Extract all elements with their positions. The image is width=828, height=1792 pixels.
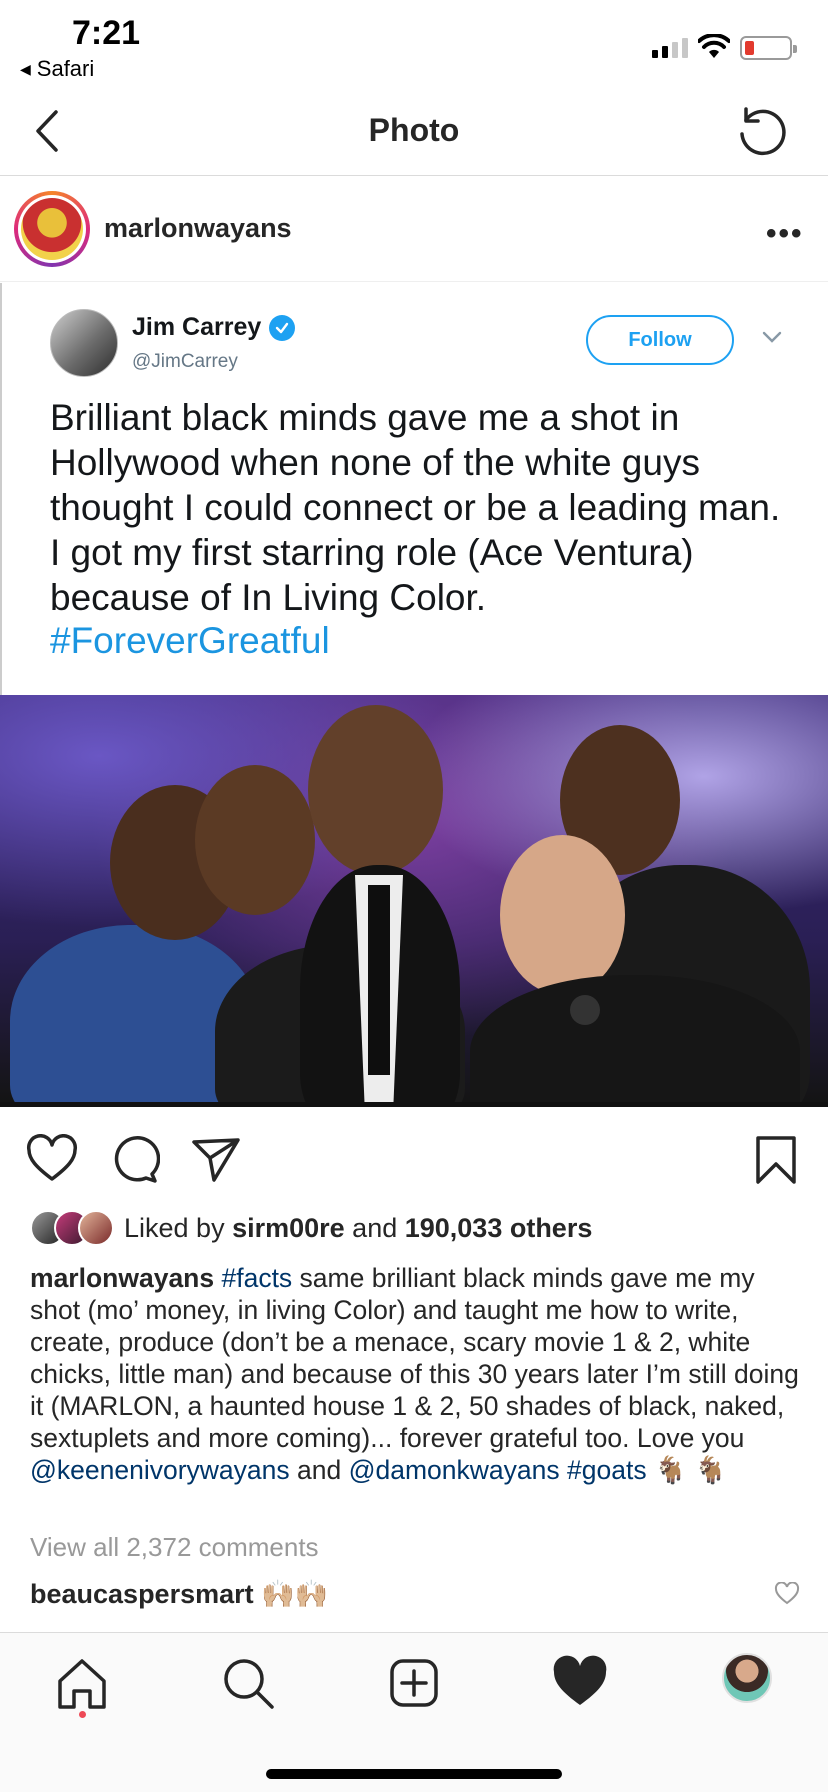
- comment-like-heart-icon[interactable]: [774, 1582, 800, 1606]
- back-to-safari-link[interactable]: ◀ Safari: [20, 56, 94, 82]
- home-indicator[interactable]: [266, 1769, 562, 1779]
- share-send-icon[interactable]: [190, 1134, 242, 1186]
- post-username[interactable]: marlonwayans: [104, 213, 292, 244]
- figure-head: [308, 705, 443, 875]
- post-header: marlonwayans •••: [0, 177, 828, 282]
- user-avatar[interactable]: [14, 191, 90, 267]
- home-icon[interactable]: [52, 1653, 112, 1713]
- battery-icon: [740, 36, 797, 60]
- caption-emoji: 🐐 🐐: [646, 1455, 728, 1485]
- refresh-icon[interactable]: [734, 104, 790, 160]
- verified-badge-icon: [269, 314, 296, 341]
- tweet-text: Brilliant black minds gave me a shot in …: [50, 397, 781, 618]
- bottom-tab-bar: [0, 1632, 828, 1792]
- bookmark-icon[interactable]: [750, 1134, 802, 1186]
- heart-icon[interactable]: [26, 1134, 78, 1186]
- post-caption: marlonwayans #facts same brilliant black…: [30, 1262, 800, 1486]
- back-app-label: Safari: [36, 56, 95, 81]
- black-tie: [368, 885, 390, 1075]
- caption-hashtag[interactable]: #goats: [567, 1455, 647, 1485]
- tweet-hashtag: #ForeverGreatful: [50, 620, 330, 661]
- likes-user[interactable]: sirm00re: [232, 1213, 345, 1243]
- search-icon[interactable]: [218, 1653, 278, 1713]
- likes-prefix: Liked by: [124, 1212, 233, 1243]
- more-options-icon[interactable]: •••: [766, 217, 804, 251]
- cellular-signal-icon: [652, 38, 688, 58]
- comment-username[interactable]: beaucaspersmart: [30, 1579, 254, 1609]
- home-notification-dot: [79, 1711, 86, 1718]
- comment-item-partial: [30, 1622, 790, 1632]
- activity-heart-icon[interactable]: [550, 1653, 610, 1713]
- comment-icon[interactable]: [108, 1134, 160, 1186]
- caption-username[interactable]: marlonwayans: [30, 1263, 214, 1293]
- caption-mention[interactable]: @keenenivorywayans: [30, 1455, 290, 1485]
- caption-mention[interactable]: @damonkwayans: [349, 1455, 560, 1485]
- back-triangle-icon: ◀: [20, 60, 31, 77]
- post-photo[interactable]: [0, 695, 828, 1107]
- comment-item: beaucaspersmart 🙌🏼🙌🏼: [30, 1578, 328, 1610]
- chevron-down-icon: [762, 331, 782, 343]
- tweet-author-name: Jim Carrey: [132, 313, 262, 341]
- likes-count[interactable]: 190,033 others: [405, 1213, 593, 1243]
- caption-and: and: [289, 1455, 349, 1485]
- liker-avatar: [78, 1210, 114, 1246]
- new-post-icon[interactable]: [384, 1653, 444, 1713]
- tweet-follow-button: Follow: [586, 315, 734, 365]
- status-time: 7:21: [72, 14, 141, 52]
- navigation-bar: Photo: [0, 86, 828, 176]
- view-all-comments-link[interactable]: View all 2,372 comments: [30, 1532, 319, 1563]
- microphone-icon: [570, 995, 600, 1025]
- post-action-bar: [0, 1128, 828, 1192]
- likes-and: and: [344, 1212, 405, 1243]
- tweet-handle: @JimCarrey: [132, 351, 238, 372]
- caption-hashtag[interactable]: #facts: [221, 1263, 292, 1293]
- wifi-icon: [698, 34, 730, 58]
- comment-text: 🙌🏼🙌🏼: [261, 1579, 329, 1609]
- tweet-author-row: Jim Carrey: [132, 313, 296, 342]
- page-title: Photo: [368, 112, 460, 148]
- likes-row[interactable]: Liked by sirm00re and 190,033 others: [30, 1208, 592, 1248]
- figure-head: [500, 835, 625, 995]
- status-bar: 7:21 ◀ Safari: [0, 0, 828, 86]
- tweet-avatar: [50, 309, 118, 377]
- tweet-image: Jim Carrey @JimCarrey Follow Brilliant b…: [0, 283, 828, 695]
- likes-text: Liked by sirm00re and 190,033 others: [124, 1213, 592, 1244]
- figure-head: [195, 765, 315, 915]
- profile-avatar[interactable]: [722, 1653, 772, 1703]
